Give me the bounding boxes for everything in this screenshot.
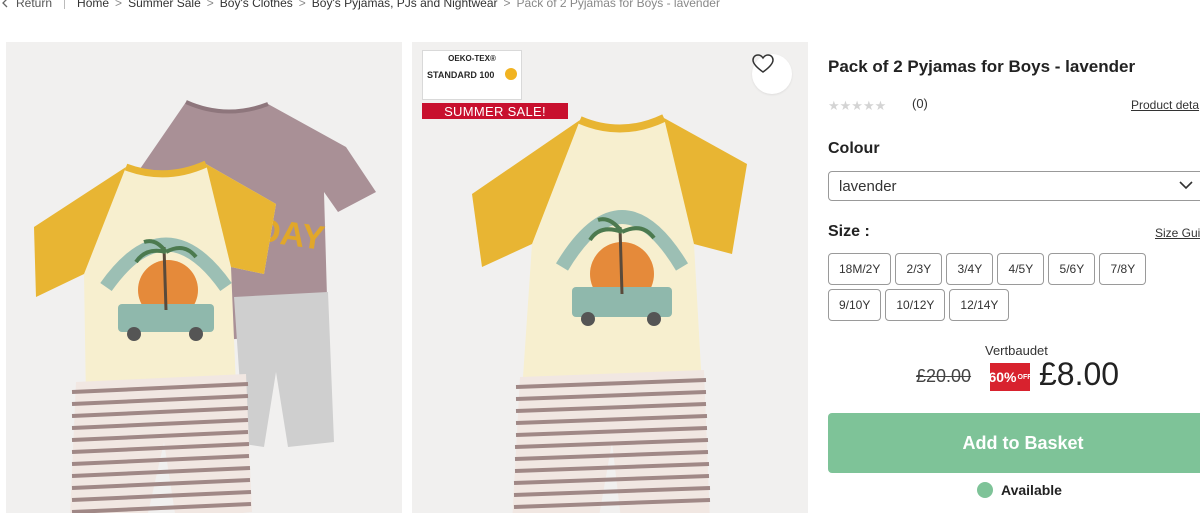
chevron-down-icon — [1179, 181, 1193, 190]
breadcrumb-home[interactable]: Home — [77, 0, 109, 10]
size-option-4-5y[interactable]: 4/5Y — [997, 253, 1045, 285]
breadcrumb-separator: > — [298, 0, 306, 10]
product-details-link[interactable]: Product deta — [1131, 98, 1199, 112]
availability-status: Available — [977, 482, 1062, 498]
breadcrumb-current: Pack of 2 Pyjamas for Boys - lavender — [516, 0, 720, 10]
summer-sale-badge: SUMMER SALE! — [422, 103, 568, 119]
size-option-7-8y[interactable]: 7/8Y — [1099, 253, 1147, 285]
add-to-basket-button[interactable]: Add to Basket — [828, 413, 1200, 473]
colour-value: lavender — [839, 177, 897, 195]
product-title: Pack of 2 Pyjamas for Boys - lavender — [828, 57, 1136, 76]
size-label: Size : — [828, 223, 870, 240]
wishlist-button[interactable] — [752, 54, 792, 94]
grey-shorts — [234, 292, 334, 447]
review-count[interactable]: (0) — [912, 96, 928, 111]
chevron-left-icon — [2, 0, 8, 8]
size-option-9-10y[interactable]: 9/10Y — [828, 289, 882, 321]
divider — [64, 0, 66, 9]
colour-label: Colour — [828, 140, 880, 157]
rating-stars[interactable]: ★★★★★ — [828, 98, 886, 114]
oeko-sun-icon — [505, 68, 517, 80]
availability-label: Available — [1001, 482, 1062, 498]
breadcrumb: Return Home > Summer Sale > Boy's Clothe… — [0, 0, 720, 12]
size-guide-link[interactable]: Size Gui — [1155, 226, 1200, 240]
return-link[interactable]: Return — [0, 0, 52, 10]
size-option-12-14y[interactable]: 12/14Y — [949, 289, 1010, 321]
breadcrumb-summer-sale[interactable]: Summer Sale — [128, 0, 201, 10]
availability-dot-icon — [977, 482, 993, 498]
product-image-1[interactable]: DAY — [6, 42, 402, 513]
size-options: 18M/2Y 2/3Y 3/4Y 4/5Y 5/6Y 7/8Y 9/10Y 10… — [828, 253, 1168, 321]
discount-suffix: OFF — [1017, 373, 1032, 381]
heart-icon — [752, 54, 774, 73]
striped-shorts — [70, 374, 252, 513]
pyjama-pack-illustration: DAY — [34, 100, 376, 513]
striped-shorts — [512, 370, 711, 513]
size-option-18m-2y[interactable]: 18M/2Y — [828, 253, 892, 285]
oeko-tex-standard: STANDARD 100 — [427, 70, 495, 80]
colour-select[interactable]: lavender — [828, 171, 1200, 201]
breadcrumb-separator: > — [206, 0, 214, 10]
breadcrumb-separator: > — [503, 0, 511, 10]
breadcrumb-separator: > — [115, 0, 123, 10]
breadcrumb-boys-clothes[interactable]: Boy's Clothes — [220, 0, 293, 10]
discount-percent: 60% — [988, 369, 1017, 385]
discount-badge: 60% OFF — [988, 363, 1032, 391]
product-image-2[interactable]: OEKO-TEX® STANDARD 100 SUMMER SALE! — [412, 42, 808, 513]
size-option-10-12y[interactable]: 10/12Y — [885, 289, 946, 321]
sale-price: £8.00 — [1039, 356, 1120, 392]
size-option-5-6y[interactable]: 5/6Y — [1048, 253, 1096, 285]
return-label: Return — [16, 0, 53, 10]
breadcrumb-boys-pyjamas[interactable]: Boy's Pyjamas, PJs and Nightwear — [312, 0, 498, 10]
oeko-tex-title: OEKO-TEX® — [448, 54, 496, 63]
oeko-tex-badge: OEKO-TEX® STANDARD 100 — [422, 50, 522, 100]
product-info: Pack of 2 Pyjamas for Boys - lavender ★★… — [828, 0, 1200, 513]
size-option-3-4y[interactable]: 3/4Y — [946, 253, 994, 285]
original-price: £20.00 — [916, 366, 972, 386]
size-option-2-3y[interactable]: 2/3Y — [895, 253, 943, 285]
